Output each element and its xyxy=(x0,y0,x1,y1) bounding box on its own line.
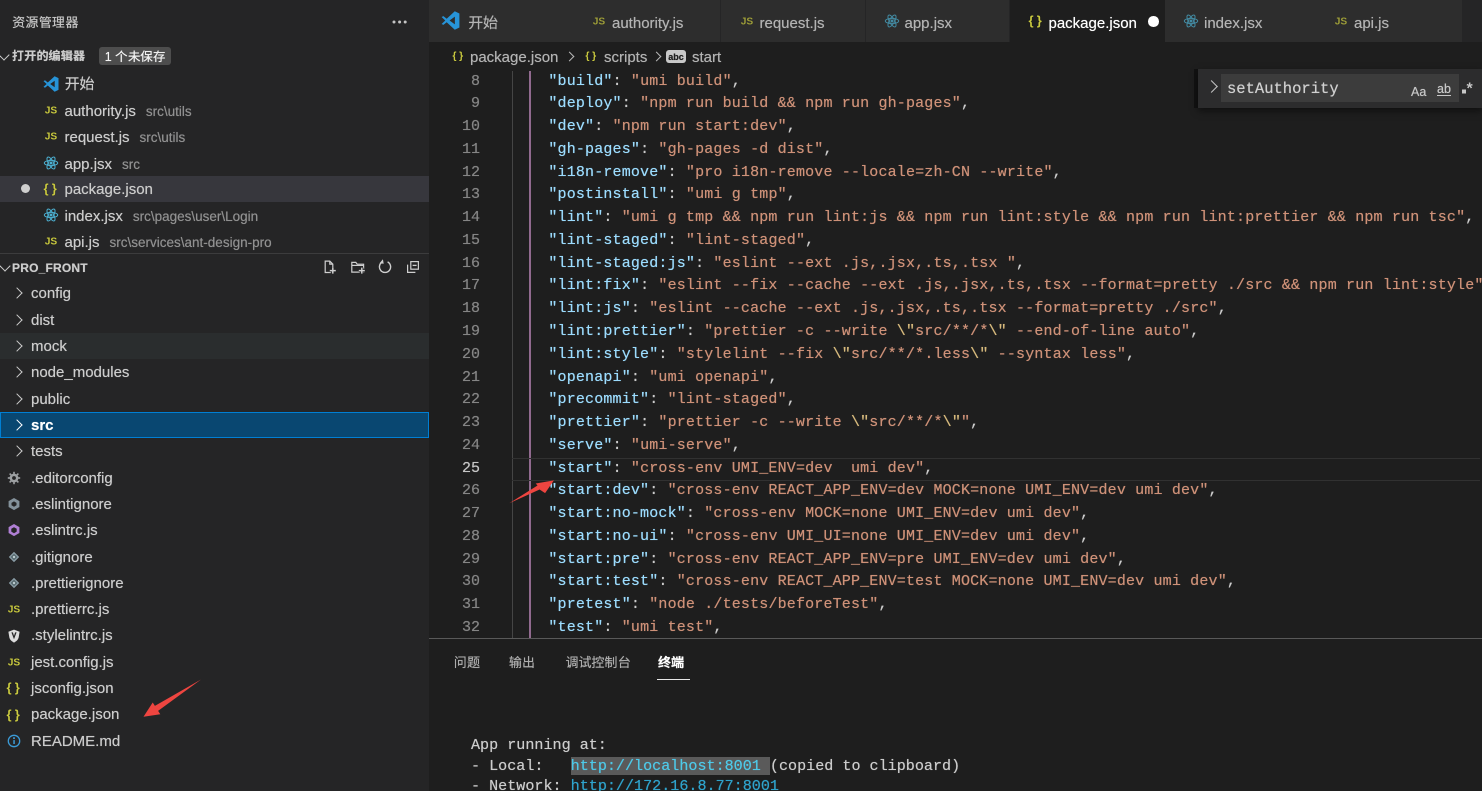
svg-text:JS: JS xyxy=(8,605,21,616)
svg-text:JS: JS xyxy=(8,658,21,669)
svg-text:JS: JS xyxy=(45,132,58,143)
svg-text:}: } xyxy=(459,50,463,62)
svg-text:JS: JS xyxy=(45,106,58,117)
svg-text:}: } xyxy=(15,707,20,722)
svg-text:*: * xyxy=(1467,80,1474,97)
svg-text:{: { xyxy=(44,181,49,196)
svg-text:{: { xyxy=(585,50,589,62)
svg-text:JS: JS xyxy=(740,17,753,28)
svg-text:{: { xyxy=(7,707,12,722)
svg-text:JS: JS xyxy=(1335,17,1348,28)
svg-text:{: { xyxy=(452,50,456,62)
svg-text:}: } xyxy=(15,680,20,695)
svg-text:{: { xyxy=(7,680,12,695)
svg-text:}: } xyxy=(52,181,57,196)
svg-text:{: { xyxy=(1028,13,1033,28)
svg-text:JS: JS xyxy=(45,237,58,248)
svg-text:}: } xyxy=(592,50,596,62)
svg-text:}: } xyxy=(1036,13,1041,28)
svg-text:JS: JS xyxy=(593,17,606,28)
